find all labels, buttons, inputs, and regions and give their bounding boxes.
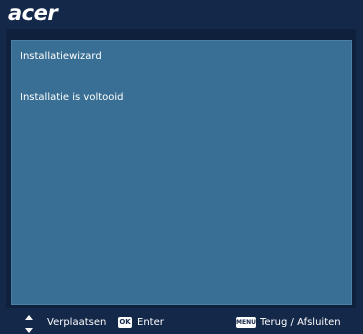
- wizard-status-message: Installatie is voltooid: [20, 92, 124, 103]
- enter-hint-label: Enter: [137, 317, 164, 328]
- brand-bar: acer: [0, 0, 363, 28]
- footer-hint-bar: Verplaatsen OK Enter MENU Terug / Afslui…: [0, 312, 363, 334]
- up-down-arrows-icon: [24, 315, 34, 333]
- back-exit-hint-label: Terug / Afsluiten: [260, 317, 341, 328]
- navigate-hint-label: Verplaatsen: [47, 317, 107, 328]
- osd-screen: acer Installatiewizard Installatie is vo…: [0, 0, 363, 334]
- ok-key-badge: OK: [118, 317, 132, 328]
- menu-key-badge: MENU: [236, 317, 256, 328]
- wizard-panel: Installatiewizard Installatie is voltooi…: [11, 40, 352, 305]
- wizard-title: Installatiewizard: [20, 51, 102, 62]
- acer-logo: acer: [8, 1, 58, 25]
